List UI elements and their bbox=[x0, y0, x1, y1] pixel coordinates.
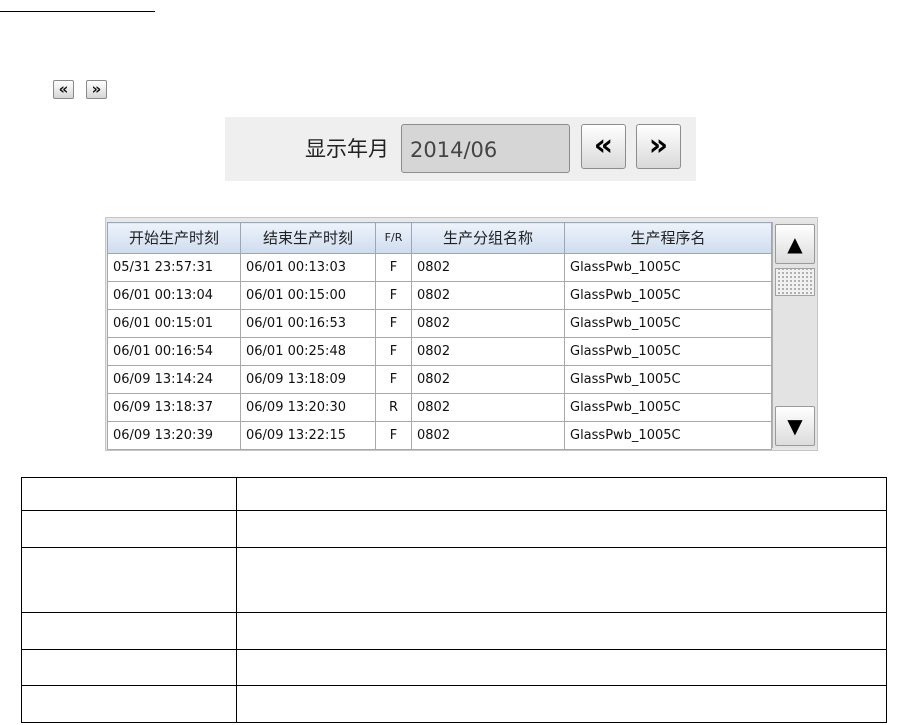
end-time-cell: 06/01 00:25:48 bbox=[240, 337, 376, 366]
table-row[interactable]: 06/01 00:16:54 06/01 00:25:48 F 0802 Gla… bbox=[107, 337, 772, 366]
blank-cell bbox=[21, 685, 237, 723]
end-time-cell: 06/01 00:16:53 bbox=[240, 309, 376, 338]
fr-cell: F bbox=[375, 309, 412, 338]
blank-cell bbox=[236, 547, 887, 613]
fr-cell: F bbox=[375, 337, 412, 366]
program-name-cell: GlassPwb_1005C bbox=[564, 309, 772, 338]
production-log: 开始生产时刻 结束生产时刻 F/R 生产分组名称 生产程序名 05/31 23:… bbox=[105, 217, 818, 451]
end-time-cell: 06/01 00:13:03 bbox=[240, 253, 376, 282]
fr-cell: F bbox=[375, 281, 412, 310]
table-row[interactable]: 05/31 23:57:31 06/01 00:13:03 F 0802 Gla… bbox=[107, 253, 772, 282]
table-row bbox=[21, 685, 887, 723]
mini-next-button[interactable]: » bbox=[86, 80, 107, 99]
start-time-cell: 06/01 00:16:54 bbox=[107, 337, 241, 366]
blank-cell bbox=[21, 510, 237, 548]
previous-month-button[interactable]: « bbox=[581, 124, 626, 169]
fr-cell: R bbox=[375, 393, 412, 422]
fr-cell: F bbox=[375, 253, 412, 282]
blank-cell bbox=[21, 649, 237, 686]
end-time-cell: 06/09 13:22:15 bbox=[240, 421, 376, 450]
table-row bbox=[21, 510, 887, 548]
program-name-cell: GlassPwb_1005C bbox=[564, 281, 772, 310]
blank-cell bbox=[236, 510, 887, 548]
table-row bbox=[21, 547, 887, 613]
start-time-cell: 05/31 23:57:31 bbox=[107, 253, 241, 282]
group-name-cell: 0802 bbox=[411, 253, 565, 282]
blank-cell bbox=[236, 685, 887, 723]
arrow-up-icon: ▲ bbox=[787, 232, 803, 256]
group-name-cell: 0802 bbox=[411, 421, 565, 450]
column-header-program-name[interactable]: 生产程序名 bbox=[564, 222, 772, 254]
table-row[interactable]: 06/09 13:20:39 06/09 13:22:15 F 0802 Gla… bbox=[107, 421, 772, 450]
production-log-table: 开始生产时刻 结束生产时刻 F/R 生产分组名称 生产程序名 05/31 23:… bbox=[107, 222, 772, 450]
program-name-cell: GlassPwb_1005C bbox=[564, 253, 772, 282]
group-name-cell: 0802 bbox=[411, 393, 565, 422]
blank-cell bbox=[21, 547, 237, 613]
group-name-cell: 0802 bbox=[411, 281, 565, 310]
program-name-cell: GlassPwb_1005C bbox=[564, 421, 772, 450]
scroll-thumb[interactable] bbox=[775, 268, 815, 296]
table-row[interactable]: 06/09 13:14:24 06/09 13:18:09 F 0802 Gla… bbox=[107, 365, 772, 394]
arrow-down-icon: ▼ bbox=[787, 414, 803, 438]
fr-cell: F bbox=[375, 365, 412, 394]
table-row bbox=[21, 477, 887, 511]
blank-cell bbox=[236, 649, 887, 686]
end-time-cell: 06/01 00:15:00 bbox=[240, 281, 376, 310]
start-time-cell: 06/09 13:14:24 bbox=[107, 365, 241, 394]
next-month-button[interactable]: » bbox=[636, 124, 681, 169]
group-name-cell: 0802 bbox=[411, 365, 565, 394]
blank-description-table bbox=[21, 477, 887, 723]
fr-cell: F bbox=[375, 421, 412, 450]
start-time-cell: 06/01 00:13:04 bbox=[107, 281, 241, 310]
table-row[interactable]: 06/09 13:18:37 06/09 13:20:30 R 0802 Gla… bbox=[107, 393, 772, 422]
end-time-cell: 06/09 13:18:09 bbox=[240, 365, 376, 394]
program-name-cell: GlassPwb_1005C bbox=[564, 365, 772, 394]
group-name-cell: 0802 bbox=[411, 309, 565, 338]
table-row[interactable]: 06/01 00:13:04 06/01 00:15:00 F 0802 Gla… bbox=[107, 281, 772, 310]
blank-cell bbox=[236, 612, 887, 650]
program-name-cell: GlassPwb_1005C bbox=[564, 337, 772, 366]
end-time-cell: 06/09 13:20:30 bbox=[240, 393, 376, 422]
program-name-cell: GlassPwb_1005C bbox=[564, 393, 772, 422]
start-time-cell: 06/01 00:15:01 bbox=[107, 309, 241, 338]
vertical-scrollbar[interactable]: ▲ ▼ bbox=[772, 222, 817, 448]
table-row[interactable]: 06/01 00:15:01 06/01 00:16:53 F 0802 Gla… bbox=[107, 309, 772, 338]
start-time-cell: 06/09 13:20:39 bbox=[107, 421, 241, 450]
table-row bbox=[21, 649, 887, 686]
blank-cell bbox=[21, 477, 237, 511]
column-header-group-name[interactable]: 生产分组名称 bbox=[411, 222, 565, 254]
blank-cell bbox=[236, 477, 887, 511]
year-month-panel: 显示年月 2014/06 « » bbox=[225, 117, 696, 181]
year-month-field[interactable]: 2014/06 bbox=[401, 124, 570, 173]
start-time-cell: 06/09 13:18:37 bbox=[107, 393, 241, 422]
scroll-up-button[interactable]: ▲ bbox=[775, 224, 815, 264]
table-row bbox=[21, 612, 887, 650]
year-month-label: 显示年月 bbox=[305, 137, 389, 161]
mini-prev-button[interactable]: « bbox=[53, 80, 74, 99]
group-name-cell: 0802 bbox=[411, 337, 565, 366]
scroll-down-button[interactable]: ▼ bbox=[775, 406, 815, 446]
column-header-end-time[interactable]: 结束生产时刻 bbox=[240, 222, 376, 254]
column-header-start-time[interactable]: 开始生产时刻 bbox=[107, 222, 241, 254]
blank-cell bbox=[21, 612, 237, 650]
top-rule bbox=[0, 11, 155, 12]
column-header-fr[interactable]: F/R bbox=[375, 222, 412, 254]
